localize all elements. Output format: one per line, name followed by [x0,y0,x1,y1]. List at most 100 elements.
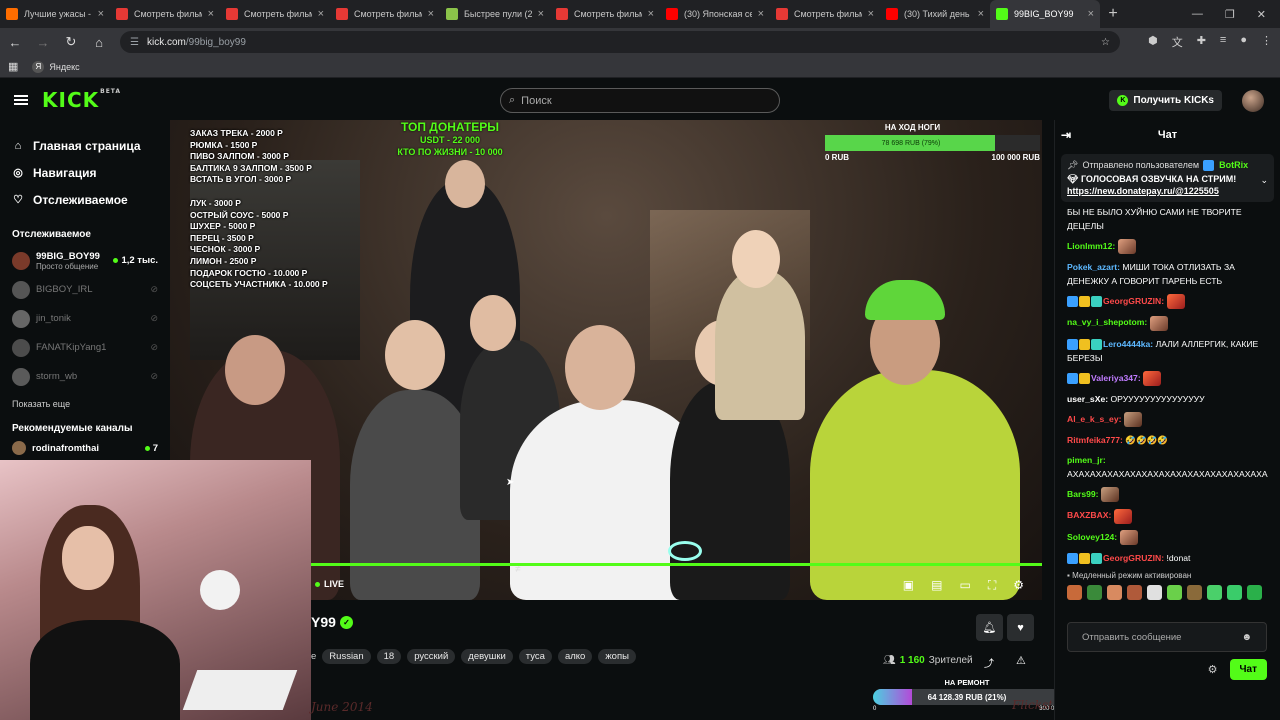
emote-icon[interactable] [1087,584,1102,600]
show-more-link[interactable]: Показать еще [12,399,158,409]
browser-tab[interactable]: Смотреть фильм × [550,0,660,28]
browser-tab[interactable]: Смотреть фильм × [110,0,220,28]
emote-icon[interactable] [1107,584,1122,600]
back-icon[interactable]: ← [8,35,22,50]
chat-username[interactable]: Lionlmm12: [1067,241,1115,251]
chat-username[interactable]: Valeriya347: [1091,373,1141,383]
browser-tab[interactable]: 99BIG_BOY99 × [990,0,1100,28]
stream-tag[interactable]: 18 [376,649,402,664]
browser-tab[interactable]: Смотреть фильм × [330,0,440,28]
emote-icon[interactable] [1167,584,1182,600]
stream-tag[interactable]: жопы [598,649,636,664]
pinned-username[interactable]: BotRix [1219,159,1248,171]
emote-icon[interactable] [1227,584,1242,600]
minimize-icon[interactable]: — [1192,8,1203,21]
extension-icon[interactable]: ⬢ [1148,34,1158,50]
forward-icon[interactable]: → [36,35,50,50]
category-link[interactable]: е [311,651,316,662]
menu-icon[interactable]: ≡ [1220,34,1226,50]
close-tab-icon[interactable]: × [428,8,434,20]
puzzle-icon[interactable]: ✚ [1197,34,1206,50]
maximize-icon[interactable]: ❐ [1225,8,1235,21]
theater-mode-icon[interactable]: ▭ [959,578,970,593]
followed-channel[interactable]: BIGBOY_IRL ⊘ [12,275,158,304]
collapse-chat-icon[interactable]: ⇥ [1061,128,1071,142]
pinned-link[interactable]: https://new.donatepay.ru/@1225505 [1067,185,1268,197]
close-tab-icon[interactable]: × [978,8,984,20]
translate-icon[interactable]: 文 [1172,34,1183,50]
stream-tag[interactable]: туса [518,649,552,664]
more-icon[interactable]: ⋮ [1261,34,1272,50]
home-icon[interactable]: ⌂ [92,35,106,50]
chat-username[interactable]: BAXZBAX: [1067,510,1111,520]
followed-channel[interactable]: storm_wb ⊘ [12,362,158,391]
bookmark-star-icon[interactable]: ☆ [1101,37,1110,48]
chat-username[interactable]: Al_e_k_s_ey: [1067,414,1121,424]
chevron-down-icon[interactable]: ⌄ [1260,174,1268,186]
get-kicks-button[interactable]: K Получить KICKs [1109,90,1222,111]
chat-username[interactable]: GeorgGRUZIN: [1103,296,1164,306]
browser-tab[interactable]: Смотреть фильм × [770,0,880,28]
chat-message-input[interactable]: Отправить сообщение ☻ [1067,622,1267,652]
browser-tab[interactable]: (30) Японская се × [660,0,770,28]
close-tab-icon[interactable]: × [868,8,874,20]
notifications-bell-icon[interactable]: 🔔︎ [976,614,1003,641]
emote-icon[interactable] [1067,584,1082,600]
follow-heart-icon[interactable]: ♥ [1007,614,1034,641]
emote-icon[interactable] [1247,584,1262,600]
reload-icon[interactable]: ↻ [64,34,78,50]
chat-username[interactable]: user_sXe: [1067,394,1108,404]
followed-channel[interactable]: 99BIG_BOY99 Просто общение 1,2 тыс. [12,246,158,275]
profile-avatar[interactable]: ● [1240,34,1247,50]
close-tab-icon[interactable]: × [208,8,214,20]
sidebar-nav-item[interactable]: ◎ Навигация [12,159,158,186]
emote-icon[interactable] [1187,584,1202,600]
fullscreen-icon[interactable]: ⛶ [988,578,996,593]
stream-tag[interactable]: Russian [322,649,371,664]
close-tab-icon[interactable]: × [318,8,324,20]
apps-grid-icon[interactable]: ▦ [8,60,18,73]
sidebar-nav-item[interactable]: ⌂ Главная страница [12,132,158,159]
close-tab-icon[interactable]: × [98,8,104,20]
close-tab-icon[interactable]: × [538,8,544,20]
emote-icon[interactable] [1207,584,1222,600]
chat-username[interactable]: GeorgGRUZIN: [1103,553,1164,563]
stream-tag[interactable]: алко [557,649,593,664]
stream-tag[interactable]: русский [407,649,456,664]
user-avatar[interactable] [1242,90,1264,112]
new-tab-icon[interactable]: + [1100,5,1126,23]
emote-icon[interactable] [1127,584,1142,600]
emoji-icon[interactable]: ☻ [1241,632,1252,643]
followed-channel[interactable]: FANATKipYang1 ⊘ [12,333,158,362]
chat-username[interactable]: Ritmfeika777: [1067,435,1123,445]
report-icon[interactable]: ⚠ [1016,654,1026,667]
chat-settings-icon[interactable]: ⚙ [1208,663,1218,676]
chat-username[interactable]: Bars99: [1067,489,1099,499]
followed-channel[interactable]: jin_tonik ⊘ [12,304,158,333]
emote-icon[interactable] [1147,584,1162,600]
close-tab-icon[interactable]: × [648,8,654,20]
chat-username[interactable]: pimen_jr: [1067,455,1106,465]
stream-tag[interactable]: девушки [461,649,513,664]
browser-tab[interactable]: Лучшие ужасы - × [0,0,110,28]
video-progress-bar[interactable] [190,563,1042,566]
share-icon[interactable]: ⤴ [984,655,994,670]
chat-username[interactable]: na_vy_i_shepotom: [1067,317,1147,327]
chat-username[interactable]: Pokek_azart: [1067,262,1120,272]
browser-tab[interactable]: (30) Тихий день × [880,0,990,28]
chat-username[interactable]: Lero4444ka: [1103,339,1153,349]
close-window-icon[interactable]: ✕ [1257,8,1266,21]
streamer-name[interactable]: Y99 ✓ [311,614,353,630]
sidebar-nav-item[interactable]: ♡ Отслеживаемое [12,186,158,213]
recommended-channel[interactable]: rodinafromthai 7 [12,440,158,456]
clip-icon[interactable]: ▤ [931,578,942,593]
settings-gear-icon[interactable]: ⚙ [1013,578,1024,593]
search-input[interactable]: ⌕ Поиск [500,88,780,113]
chat-username[interactable]: Solovey124: [1067,532,1117,542]
browser-tab[interactable]: Смотреть фильм × [220,0,330,28]
close-tab-icon[interactable]: × [1088,8,1094,20]
browser-tab[interactable]: Быстрее пули (20 × [440,0,550,28]
address-bar[interactable]: ☰ kick.com/99big_boy99 ☆ [120,31,1120,53]
menu-toggle-icon[interactable] [14,95,28,105]
bookmark-yandex[interactable]: Я Яндекс [32,60,80,73]
